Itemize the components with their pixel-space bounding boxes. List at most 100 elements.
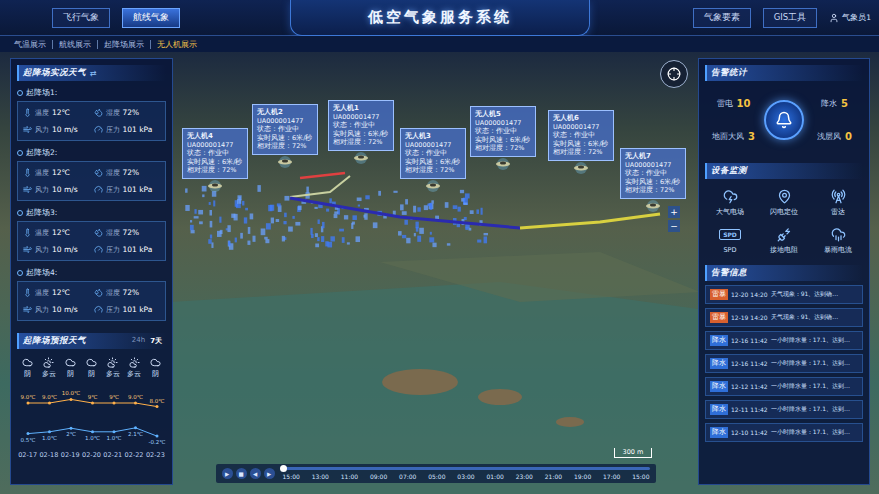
zoom-button[interactable]: − [668, 220, 680, 232]
sub-nav-item[interactable]: 起降场展示 [97, 40, 150, 49]
svg-text:1.0℃: 1.0℃ [85, 435, 100, 441]
site-icon [17, 150, 23, 156]
timeline-slider[interactable] [283, 467, 650, 470]
device-item[interactable]: SPDSPD [705, 225, 755, 255]
svg-text:1.0℃: 1.0℃ [42, 435, 57, 441]
device-item[interactable]: 闪电定位 [759, 187, 809, 217]
temperature-chart: 9.0℃9.0℃10.0℃9℃9℃9.0℃8.0℃0.5℃1.0℃2℃1.0℃1… [17, 383, 168, 449]
drone-icon[interactable] [574, 162, 588, 174]
device-item[interactable]: 雷达 [813, 187, 863, 217]
site-title: 起降场1: [17, 88, 166, 98]
drone-label[interactable]: 无人机2UA000001477状态：作业中实时风速：6米/秒相对湿度：72% [252, 104, 318, 155]
header-tab[interactable]: 飞行气象 [52, 8, 110, 28]
reading: 压力101 kPa [94, 302, 161, 317]
drone-icon[interactable] [208, 180, 222, 192]
drone-label[interactable]: 无人机6UA000001477状态：作业中实时风速：6米/秒相对湿度：72% [548, 110, 614, 161]
sub-nav-item[interactable]: 气温展示 [8, 40, 52, 49]
timeline-tick: 05:00 [428, 473, 445, 480]
alarm-item[interactable]: 降水12-16 11:42一小时降水量：17.1、达到… [705, 354, 863, 373]
section-title: 设备监测 [711, 165, 747, 177]
alarm-item[interactable]: 雷暴12-19 14:20天气现象：91、达到确… [705, 308, 863, 327]
site-readings: 温度12℃湿度72%风力10 m/s压力101 kPa [17, 161, 166, 201]
forecast-tab[interactable]: 24h [132, 336, 145, 346]
forecast-date: 02-22 [123, 451, 144, 459]
drone-label[interactable]: 无人机4UA000001477状态：作业中实时风速：6米/秒相对湿度：72% [182, 128, 248, 179]
timeline-tick: 07:00 [399, 473, 416, 480]
drone-icon[interactable] [278, 156, 292, 168]
alarm-item[interactable]: 雷暴12-20 14:20天气现象：91、达到确… [705, 285, 863, 304]
drone-label[interactable]: 无人机7UA000001477状态：作业中实时风速：6米/秒相对湿度：72% [620, 148, 686, 199]
reading: 风力10 m/s [23, 122, 90, 137]
alarm-item[interactable]: 降水12-16 11:42一小时降水量：17.1、达到… [705, 331, 863, 350]
svg-text:2.1℃: 2.1℃ [128, 431, 143, 437]
svg-text:-0.2℃: -0.2℃ [149, 439, 166, 445]
timeline-tick: 15:00 [283, 473, 300, 480]
drone-label[interactable]: 无人机5UA000001477状态：作业中实时风速：6米/秒相对湿度：72% [470, 106, 536, 157]
pressure-icon [94, 305, 103, 314]
weather-icon [22, 357, 33, 368]
sub-nav: 气温展示航线展示起降场展示无人机展示 [0, 36, 879, 52]
section-header: 告警统计 [705, 65, 863, 81]
section-header: 起降场预报天气 24h 7天 [17, 333, 166, 349]
timeline-button[interactable]: ▶ [222, 468, 233, 479]
forecast-day: 多云 [38, 357, 59, 379]
section-title: 起降场预报天气 [23, 335, 86, 347]
toggle-icon[interactable]: ⇄ [90, 69, 97, 78]
timeline-button[interactable]: ▶ [264, 468, 275, 479]
drone-icon[interactable] [354, 152, 368, 164]
device-icon [772, 225, 796, 243]
svg-text:0.5℃: 0.5℃ [21, 437, 36, 443]
temperature-icon [23, 288, 32, 297]
alarm-tag: 降水 [710, 404, 728, 415]
reading: 湿度72% [94, 285, 161, 300]
device-item[interactable]: 大气电场 [705, 187, 755, 217]
timeline-button[interactable]: ■ [236, 468, 247, 479]
current-icon [831, 227, 846, 242]
device-item[interactable]: 接地电阻 [759, 225, 809, 255]
timeline-button[interactable]: ◀ [250, 468, 261, 479]
timeline-handle[interactable] [280, 465, 287, 472]
drone-icon[interactable] [426, 180, 440, 192]
drone-label[interactable]: 无人机3UA000001477状态：作业中实时风速：6米/秒相对湿度：72% [400, 128, 466, 179]
compass-button[interactable] [660, 60, 688, 88]
zoom-button[interactable]: + [668, 206, 680, 218]
header-button[interactable]: GIS工具 [763, 8, 818, 28]
timeline-tick: 11:00 [341, 473, 358, 480]
bell-icon [775, 111, 793, 129]
sub-nav-item[interactable]: 无人机展示 [150, 40, 203, 49]
timeline-tick: 23:00 [516, 473, 533, 480]
sub-nav-item[interactable]: 航线展示 [52, 40, 97, 49]
reading: 温度12℃ [23, 165, 90, 180]
alarm-tag: 降水 [710, 381, 728, 392]
alarm-item[interactable]: 降水12-12 11:42一小时降水量：17.1、达到… [705, 377, 863, 396]
pressure-icon [94, 245, 103, 254]
reading: 湿度72% [94, 165, 161, 180]
header-tab[interactable]: 航线气象 [122, 8, 180, 28]
drone-icon[interactable] [646, 200, 660, 212]
device-item[interactable]: 暴雨电流 [813, 225, 863, 255]
alarm-stats: 雷电10地面大风3降水5浅层风0 [705, 87, 863, 153]
site-readings: 温度12℃湿度72%风力10 m/s压力101 kPa [17, 101, 166, 141]
timeline-tick: 21:00 [545, 473, 562, 480]
user-name: 气象员1 [842, 13, 871, 23]
reading: 温度12℃ [23, 285, 90, 300]
alarm-stat: 降水5 [806, 98, 863, 109]
svg-text:10.0℃: 10.0℃ [62, 390, 80, 396]
user-menu[interactable]: 气象员1 [829, 13, 871, 23]
timeline-tick: 09:00 [370, 473, 387, 480]
device-icon [772, 187, 796, 205]
alarm-item[interactable]: 降水12-10 11:42一小时降水量：17.1、达到… [705, 423, 863, 442]
alarm-item[interactable]: 降水12-11 11:42一小时降水量：17.1、达到… [705, 400, 863, 419]
site-icon [17, 270, 23, 276]
forecast-day: 多云 [123, 357, 144, 379]
drone-icon[interactable] [496, 158, 510, 170]
forecast-day: 阴 [81, 357, 102, 379]
timeline-track: 15:0013:0011:0009:0007:0005:0003:0001:00… [283, 467, 650, 480]
header-button[interactable]: 气象要素 [693, 8, 751, 28]
drone-label[interactable]: 无人机1UA000001477状态：作业中实时风速：6米/秒相对湿度：72% [328, 100, 394, 151]
section-title: 告警信息 [711, 267, 747, 279]
alarm-tag: 降水 [710, 427, 728, 438]
forecast-tab[interactable]: 7天 [150, 336, 162, 346]
alarm-stat: 雷电10 [705, 98, 762, 109]
device-icon [826, 187, 850, 205]
